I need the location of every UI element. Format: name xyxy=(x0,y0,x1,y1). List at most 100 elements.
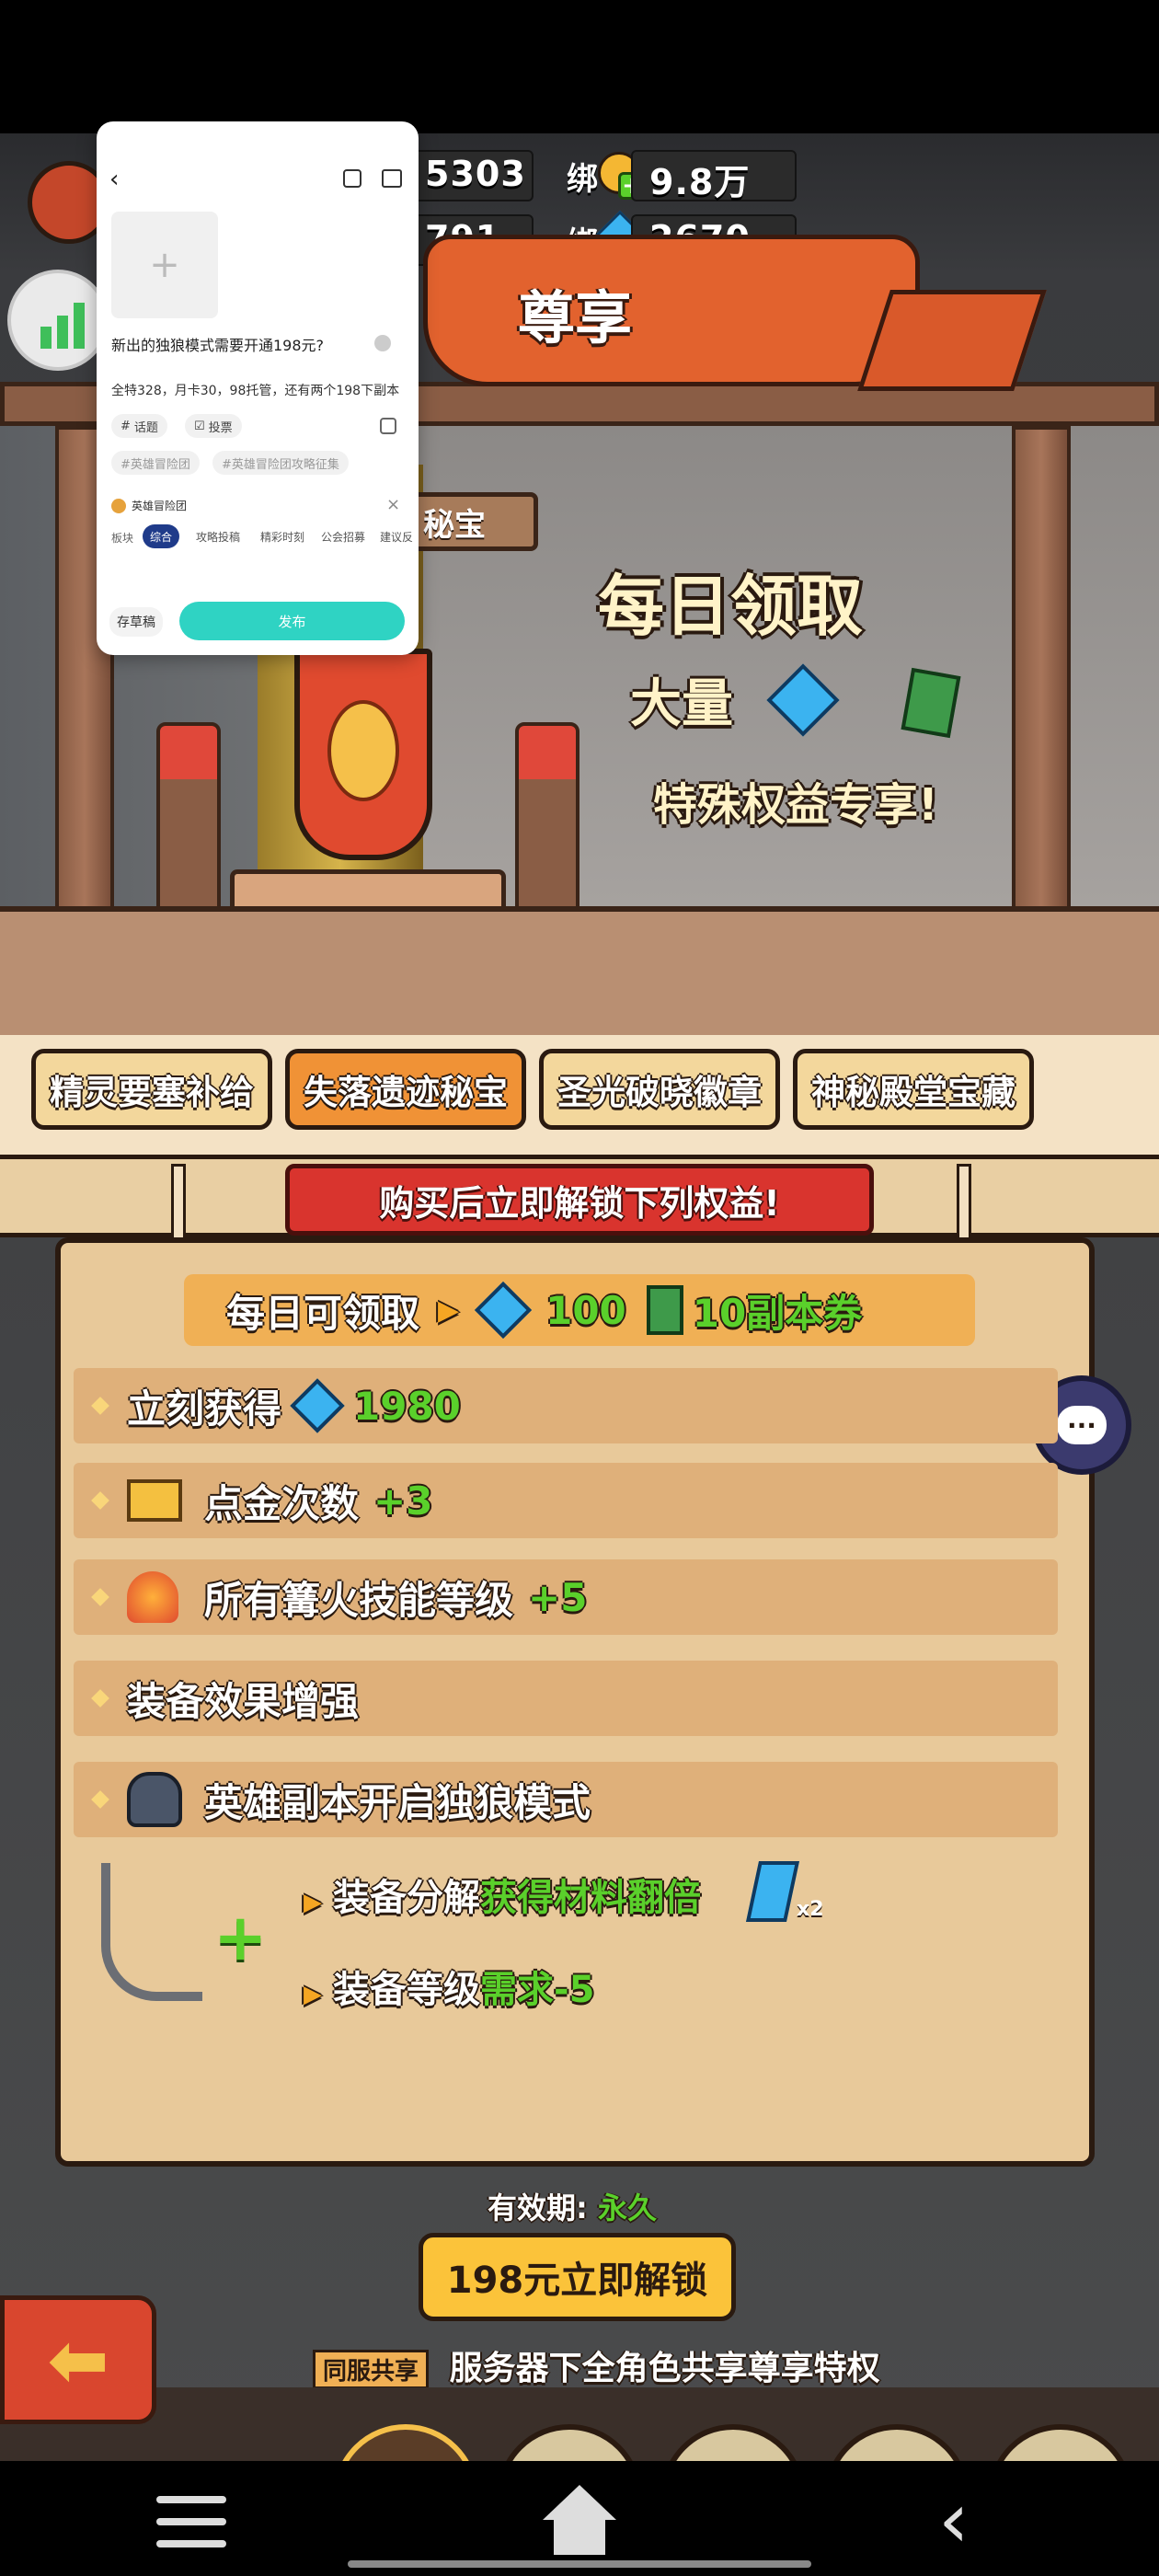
promo-daily-claim: 每日领取 xyxy=(598,568,864,645)
share-tag: 同服共享 xyxy=(313,2350,430,2389)
edit-icon[interactable] xyxy=(343,169,361,188)
back-icon[interactable]: ‹ xyxy=(109,166,119,193)
tab-label: 失落遗迹秘宝 xyxy=(304,1073,508,1112)
topic-button[interactable]: # 话题 xyxy=(111,414,167,438)
tab-label: 圣光破晓徽章 xyxy=(557,1073,762,1112)
banner-title: 尊享 xyxy=(517,284,632,351)
post-body-field[interactable]: 全特328，月卡30，98托管，还有两个198下副本 xyxy=(111,381,410,399)
category-general[interactable]: 综合 xyxy=(143,524,180,548)
benefit-value: +5 xyxy=(528,1574,588,1620)
clear-title-icon[interactable] xyxy=(374,335,391,351)
bullet-icon xyxy=(91,1397,109,1415)
material-multiplier-badge: x2 xyxy=(797,1898,824,1921)
post-editor-popup: ‹ + 新出的独狼模式需要开通198元? 全特328，月卡30，98托管，还有两… xyxy=(97,121,419,655)
share-text: 服务器下全角色共享尊享特权 xyxy=(449,2350,880,2387)
bound-gold-value: 9.8万 xyxy=(649,162,751,202)
benefit-value: +3 xyxy=(373,1478,433,1524)
benefit-text: 立刻获得 xyxy=(127,1386,282,1432)
daily-ticket-amount: 10副本券 xyxy=(692,1290,863,1336)
diamond-icon xyxy=(474,1281,533,1340)
community-name: 英雄冒险团 xyxy=(132,500,188,512)
gold-value: 5303 xyxy=(425,154,526,194)
daily-claim-label: 每日可领取 xyxy=(226,1290,420,1336)
wooden-sign-text: 秘宝 xyxy=(423,507,486,544)
category-guides[interactable]: 攻略投稿 xyxy=(189,524,247,548)
sub-highlight: 获得材料翻倍 xyxy=(480,1877,701,1919)
sub-benefit-level: ▶ 装备等级需求-5 xyxy=(304,1960,594,2013)
tab-label: 神秘殿堂宝藏 xyxy=(811,1073,1016,1112)
close-icon[interactable]: × xyxy=(386,495,400,514)
daily-diamond-amount: 100 xyxy=(545,1287,626,1333)
daily-claim-bar: 每日可领取 ▶ 100 10副本券 xyxy=(184,1274,975,1346)
banner-tail xyxy=(857,290,1047,391)
benefit-row: 英雄副本开启独狼模式 xyxy=(74,1762,1058,1837)
bullet-icon xyxy=(91,1588,109,1606)
right-pillar xyxy=(1012,426,1071,923)
tab-holy-dawn[interactable]: 圣光破晓徽章 xyxy=(539,1049,780,1130)
tag-chip[interactable]: #英雄冒险团 xyxy=(111,451,200,475)
book-icon[interactable] xyxy=(382,169,402,188)
vote-icon: ☑ xyxy=(194,419,205,433)
save-draft-button[interactable]: 存草稿 xyxy=(109,607,163,637)
back-nav-icon[interactable]: ‹ xyxy=(938,2481,970,2559)
category-highlights[interactable]: 精彩时刻 xyxy=(253,524,312,548)
validity-label: 有效期: xyxy=(488,2191,588,2225)
sub-text: 装备分解 xyxy=(333,1877,480,1919)
arrow-right-icon: ▶ xyxy=(438,1294,460,1327)
promo-lots: 大量 xyxy=(630,674,733,734)
vote-button[interactable]: ☑ 投票 xyxy=(185,414,242,438)
unlock-purchase-button[interactable]: 198元立即解锁 xyxy=(419,2233,736,2321)
bullet-icon xyxy=(91,1491,109,1510)
system-nav-bar: ‹ xyxy=(0,2461,1159,2576)
benefit-row: 所有篝火技能等级 +5 xyxy=(74,1559,1058,1635)
promo-special-benefits: 特殊权益专享! xyxy=(653,779,938,831)
tab-mystic-hall[interactable]: 神秘殿堂宝藏 xyxy=(793,1049,1034,1130)
benefit-row: 立刻获得 1980 xyxy=(74,1368,1058,1443)
sub-benefit-decompose: ▶ 装备分解获得材料翻倍 xyxy=(304,1868,701,1921)
dungeon-ticket-icon xyxy=(646,1285,683,1335)
emblem-flame-icon xyxy=(327,700,399,801)
unlock-ribbon: 购买后立即解锁下列权益! xyxy=(285,1164,874,1236)
benefit-text: 所有篝火技能等级 xyxy=(204,1577,514,1623)
server-share-line: 同服共享 服务器下全角色共享尊享特权 xyxy=(313,2341,880,2389)
arrow-right-icon: ▶ xyxy=(304,1889,322,1916)
guild-emblem-banner xyxy=(294,649,432,860)
benefit-row: 点金次数 +3 xyxy=(74,1463,1058,1538)
bullet-icon xyxy=(91,1790,109,1809)
tab-label: 精灵要塞补给 xyxy=(50,1073,254,1112)
sub-text: 装备等级 xyxy=(333,1969,480,2011)
campfire-icon xyxy=(127,1571,178,1623)
publish-button[interactable]: 发布 xyxy=(179,602,405,640)
vote-label: 投票 xyxy=(208,420,233,435)
gold-bar-icon xyxy=(127,1479,182,1522)
back-arrow-button[interactable]: ⬅ xyxy=(0,2295,156,2424)
sub-highlight: 需求-5 xyxy=(480,1969,595,2011)
home-icon[interactable] xyxy=(543,2485,616,2555)
tag-chip[interactable]: #英雄冒险团攻略征集 xyxy=(212,451,349,475)
chat-icon: ··· xyxy=(1057,1406,1107,1444)
gesture-handle[interactable] xyxy=(348,2560,811,2568)
arrow-right-icon: ▶ xyxy=(304,1981,322,2008)
section-label: 板块 xyxy=(111,532,134,545)
expand-icon[interactable] xyxy=(380,418,396,434)
wolf-icon xyxy=(127,1772,182,1827)
benefit-text: 点金次数 xyxy=(204,1480,360,1526)
community-logo xyxy=(111,499,126,513)
benefit-row: 装备效果增强 xyxy=(74,1661,1058,1736)
tab-elf-fortress[interactable]: 精灵要塞补给 xyxy=(31,1049,272,1130)
add-image-button[interactable]: + xyxy=(111,212,218,318)
post-title-field[interactable]: 新出的独狼模式需要开通198元? xyxy=(111,333,324,355)
dagger-icon xyxy=(101,1863,202,2001)
bound-gold-label: 绑 xyxy=(567,161,598,198)
stage-floor xyxy=(0,906,1159,1035)
hash-icon: # xyxy=(120,419,131,433)
menu-icon[interactable] xyxy=(156,2496,226,2547)
category-guild-recruit[interactable]: 公会招募 xyxy=(314,524,373,548)
category-suggestions[interactable]: 建议反 xyxy=(373,524,415,548)
validity-value: 永久 xyxy=(597,2191,657,2225)
benefit-text: 英雄副本开启独狼模式 xyxy=(204,1779,591,1825)
tab-lost-relic[interactable]: 失落遗迹秘宝 xyxy=(285,1049,526,1130)
network-signal-icon[interactable] xyxy=(7,270,109,371)
plus-icon: + xyxy=(213,1900,268,1975)
diamond-icon xyxy=(290,1378,345,1433)
